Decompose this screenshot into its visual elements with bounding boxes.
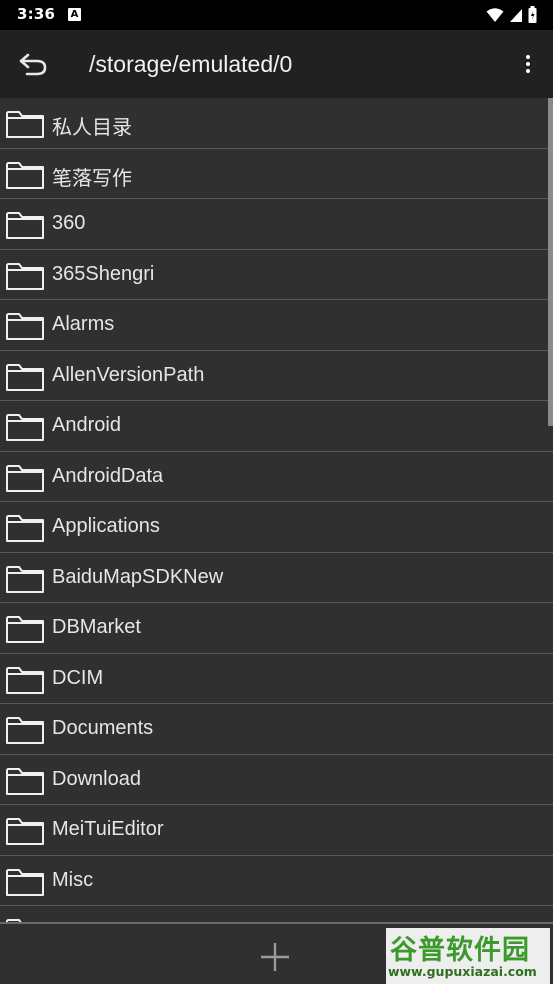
battery-icon bbox=[528, 6, 537, 23]
folder-row[interactable]: 笔落写作 bbox=[0, 149, 553, 199]
scrollbar[interactable] bbox=[548, 98, 553, 426]
folder-icon bbox=[6, 212, 44, 239]
watermark: 谷普软件园 www.gupuxiazai.com bbox=[386, 928, 550, 984]
folder-icon bbox=[6, 363, 44, 391]
plus-icon bbox=[261, 943, 289, 971]
folder-icon bbox=[6, 262, 44, 290]
status-bar: 3:36 A bbox=[0, 0, 553, 30]
back-button[interactable] bbox=[14, 46, 52, 82]
folder-icon bbox=[6, 616, 44, 643]
folder-row[interactable] bbox=[0, 906, 553, 922]
folder-icon bbox=[6, 111, 44, 138]
folder-name: 360 bbox=[52, 212, 86, 234]
status-icons bbox=[486, 6, 537, 23]
folder-row[interactable]: DCIM bbox=[0, 654, 553, 704]
folder-name: Documents bbox=[52, 717, 154, 739]
folder-icon bbox=[6, 565, 44, 593]
signal-icon bbox=[510, 8, 522, 22]
folder-row[interactable]: 365Shengri bbox=[0, 250, 553, 300]
folder-row[interactable]: Documents bbox=[0, 704, 553, 755]
folder-name: 笔落写作 bbox=[52, 167, 132, 190]
folder-name: Applications bbox=[52, 515, 160, 537]
folder-name: 私人目录 bbox=[52, 117, 132, 139]
watermark-url: www.gupuxiazai.com bbox=[388, 964, 537, 979]
folder-row[interactable]: AndroidData bbox=[0, 452, 553, 502]
folder-icon bbox=[6, 313, 44, 340]
folder-icon bbox=[6, 666, 44, 694]
watermark-title: 谷普软件园 bbox=[390, 935, 530, 966]
toolbar: /storage/emulated/0 bbox=[0, 30, 553, 98]
folder-list[interactable]: 私人目录笔落写作 360 365Shengri Alarms AllenVersionP… bbox=[0, 98, 553, 922]
folder-icon bbox=[6, 818, 44, 845]
folder-icon bbox=[6, 919, 22, 922]
folder-name: BaiduMapSDKNew bbox=[52, 565, 224, 588]
folder-row[interactable]: 私人目录 bbox=[0, 98, 553, 149]
back-arrow-icon bbox=[19, 53, 47, 76]
current-path-title: /storage/emulated/0 bbox=[89, 51, 293, 77]
bottom-bar: 谷普软件园 www.gupuxiazai.com bbox=[0, 922, 553, 984]
folder-icon bbox=[6, 464, 44, 492]
folder-name: Misc bbox=[52, 868, 94, 891]
folder-row[interactable]: Misc bbox=[0, 856, 553, 906]
folder-icon bbox=[6, 161, 44, 189]
folder-row[interactable]: BaiduMapSDKNew bbox=[0, 553, 553, 603]
notification-a-icon: A bbox=[68, 8, 81, 21]
folder-name: DCIM bbox=[52, 666, 104, 689]
add-button[interactable] bbox=[258, 940, 292, 974]
folder-name: Download bbox=[52, 767, 141, 790]
folder-name: DBMarket bbox=[52, 616, 141, 638]
folder-icon bbox=[6, 767, 44, 795]
more-vert-icon bbox=[526, 55, 530, 59]
status-time: 3:36 bbox=[17, 5, 56, 23]
wifi-icon bbox=[486, 7, 504, 22]
folder-name: AllenVersionPath bbox=[52, 363, 205, 386]
folder-row[interactable]: MeiTuiEditor bbox=[0, 805, 553, 856]
folder-row[interactable]: DBMarket bbox=[0, 603, 553, 654]
folder-row[interactable]: AllenVersionPath bbox=[0, 351, 553, 401]
folder-name: MeiTuiEditor bbox=[52, 818, 164, 840]
folder-row[interactable]: Download bbox=[0, 755, 553, 805]
folder-icon bbox=[6, 868, 44, 896]
folder-name: Alarms bbox=[52, 313, 115, 335]
folder-icon bbox=[6, 414, 44, 441]
folder-row[interactable]: Applications bbox=[0, 502, 553, 553]
folder-icon bbox=[6, 717, 44, 744]
folder-row[interactable]: 360 bbox=[0, 199, 553, 250]
folder-row[interactable]: Alarms bbox=[0, 300, 553, 351]
folder-name: 365Shengri bbox=[52, 262, 155, 285]
folder-name: Android bbox=[52, 414, 121, 436]
folder-icon bbox=[6, 515, 44, 542]
folder-row[interactable]: Android bbox=[0, 401, 553, 452]
overflow-menu-button[interactable] bbox=[517, 48, 539, 80]
folder-name: AndroidData bbox=[52, 464, 164, 487]
